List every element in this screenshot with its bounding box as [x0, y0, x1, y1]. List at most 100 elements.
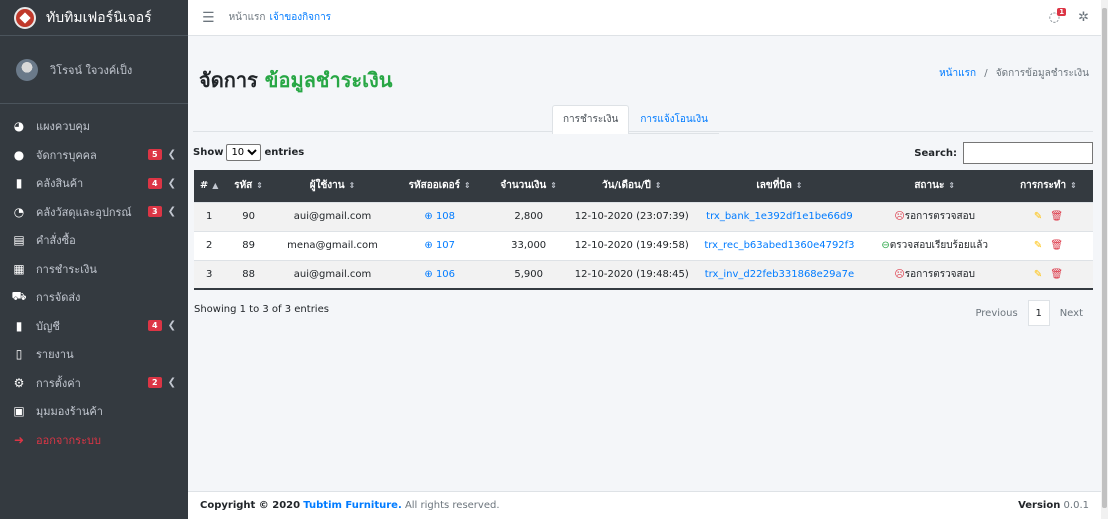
- order-link[interactable]: ⊕ 107: [424, 240, 455, 251]
- sidebar-item-accounts[interactable]: ▮ บัญชี 4 ❮: [0, 312, 188, 341]
- cell-actions: ✎ 🗑: [1003, 259, 1093, 289]
- footer-copyright: Copyright © 2020: [200, 500, 301, 511]
- sidebar-item-label: คลังสินค้า: [36, 177, 84, 191]
- sidebar-item-logout[interactable]: ➜ ออกจากระบบ: [0, 426, 188, 455]
- sidebar-item-storefront[interactable]: ▣ มุมมองร้านค้า: [0, 397, 188, 426]
- cell-user: aui@gmail.com: [272, 201, 393, 231]
- page-1-button[interactable]: 1: [1027, 300, 1050, 326]
- chevron-left-icon: ❮: [167, 149, 176, 161]
- brand-logo-icon: [14, 6, 36, 29]
- next-button[interactable]: Next: [1050, 308, 1093, 319]
- order-link[interactable]: ⊕ 106: [424, 269, 455, 280]
- previous-button[interactable]: Previous: [965, 308, 1027, 319]
- chevron-left-icon: ❮: [167, 320, 176, 332]
- page-scrollbar[interactable]: [1101, 0, 1108, 519]
- cell-order: ⊕ 106: [392, 259, 488, 289]
- sidebar-item-warehouse[interactable]: ▮ คลังสินค้า 4 ❮: [0, 169, 188, 198]
- sidebar-item-reports[interactable]: ▯ รายงาน: [0, 340, 188, 369]
- chevron-left-icon: ❮: [167, 206, 176, 218]
- entries-select[interactable]: 10: [226, 144, 262, 161]
- bill-link[interactable]: trx_inv_d22feb331868e29a7e: [705, 269, 855, 280]
- avatar: [16, 58, 38, 81]
- column-header-date[interactable]: วัน/เดือน/ปี ⇕: [570, 170, 693, 202]
- book-icon: ▮: [15, 318, 23, 333]
- column-header-id[interactable]: รหัส ⇕: [224, 170, 273, 202]
- sidebar-item-dashboard[interactable]: ◕ แผงควบคุม: [0, 112, 188, 141]
- column-header-user[interactable]: ผู้ใช้งาน ⇕: [273, 170, 392, 202]
- main-content: จัดการ ข้อมูลชำระเงิน หน้าแรก / จัดการข้…: [188, 36, 1101, 519]
- bill-link[interactable]: trx_bank_1e392df1e1be66d9: [706, 211, 853, 222]
- tab-transfer-notices[interactable]: การแจ้งโอนเงิน: [629, 105, 719, 133]
- sidebar-item-orders[interactable]: ▤ คำสั่งซื้อ: [0, 226, 188, 255]
- delete-trash-icon[interactable]: 🗑: [1050, 211, 1063, 222]
- edit-pencil-icon[interactable]: ✎: [1034, 240, 1042, 251]
- column-header-number[interactable]: # ▲: [194, 170, 224, 202]
- chevron-left-icon: ❮: [167, 377, 176, 389]
- messages-button[interactable]: ◌ 1: [1049, 8, 1067, 25]
- navbar-owner-link[interactable]: เจ้าของกิจการ: [269, 10, 331, 25]
- cell-id: 90: [224, 201, 273, 231]
- table-row: 2 89 mena@gmail.com ⊕ 107 33,000 12-10-2…: [194, 230, 1093, 260]
- badge: 4: [148, 320, 162, 332]
- user-name: วิโรจน์ ใจวงค์เป็ง: [50, 63, 133, 77]
- brand-link[interactable]: ทับทิมเฟอร์นิเจอร์: [0, 0, 188, 36]
- edit-pencil-icon[interactable]: ✎: [1034, 269, 1042, 280]
- sidebar-item-label: รายงาน: [36, 348, 74, 362]
- order-link[interactable]: ⊕ 108: [424, 211, 455, 222]
- table-search: Search:: [914, 142, 1093, 164]
- column-header-status[interactable]: สถานะ ⇕: [865, 170, 1004, 202]
- column-header-label: วัน/เดือน/ปี: [602, 180, 651, 192]
- cogs-icon: ⚙: [13, 375, 25, 390]
- hamburger-menu-icon[interactable]: ☰: [202, 10, 215, 26]
- status-text: รอการตรวจสอบ: [904, 211, 975, 222]
- breadcrumb: หน้าแรก / จัดการข้อมูลชำระเงิน: [939, 66, 1089, 81]
- search-input[interactable]: [963, 142, 1093, 164]
- sidebar-item-payments[interactable]: ▦ การชำระเงิน: [0, 255, 188, 284]
- column-header-amount[interactable]: จำนวนเงิน ⇕: [487, 170, 570, 202]
- cell-number: 3: [194, 259, 225, 289]
- pie-chart-icon: ◔: [13, 204, 25, 219]
- footer-company-link[interactable]: Tubtim Furniture.: [303, 500, 401, 511]
- badge: 4: [148, 177, 162, 189]
- cell-user: aui@gmail.com: [272, 259, 393, 289]
- show-label: Show: [193, 147, 224, 158]
- column-header-label: ผู้ใช้งาน: [309, 180, 345, 192]
- sidebar-item-people[interactable]: ● จัดการบุคคล 5 ❮: [0, 141, 188, 170]
- sidebar-item-settings[interactable]: ⚙ การตั้งค่า 2 ❮: [0, 369, 188, 398]
- chevron-left-icon: ❮: [167, 177, 176, 189]
- page-title-prefix: จัดการ: [199, 68, 258, 92]
- navbar-home-link[interactable]: หน้าแรก: [229, 10, 266, 25]
- sidebar-item-shipping[interactable]: ⛟ การจัดส่ง: [0, 283, 188, 312]
- edit-pencil-icon[interactable]: ✎: [1034, 211, 1042, 222]
- settings-gear-icon[interactable]: ✲: [1078, 10, 1089, 25]
- sidebar-item-label: การตั้งค่า: [36, 376, 81, 390]
- column-header-order-id[interactable]: รหัสออเดอร์ ⇕: [392, 170, 487, 202]
- column-header-label: รหัส: [234, 180, 253, 192]
- scrollbar-thumb[interactable]: [1102, 8, 1107, 508]
- entries-label: entries: [264, 147, 305, 158]
- cell-status: ☹รอการตรวจสอบ: [865, 259, 1004, 289]
- delete-trash-icon[interactable]: 🗑: [1050, 269, 1063, 280]
- cell-id: 89: [224, 230, 273, 260]
- cell-number: 1: [194, 201, 225, 231]
- delete-trash-icon[interactable]: 🗑: [1050, 240, 1063, 251]
- cell-number: 2: [194, 230, 225, 260]
- user-panel[interactable]: วิโรจน์ ใจวงค์เป็ง: [0, 36, 188, 104]
- sidebar-item-label: การชำระเงิน: [36, 262, 97, 276]
- cell-status: ⊖ตรวจสอบเรียบร้อยแล้ว: [865, 230, 1004, 260]
- sidebar-item-materials[interactable]: ◔ คลังวัสดุและอุปกรณ์ 3 ❮: [0, 198, 188, 227]
- order-id: 106: [435, 268, 456, 280]
- truck-icon: ⛟: [11, 289, 27, 304]
- sort-icon: ⇕: [256, 181, 263, 191]
- footer-version: Version 0.0.1: [1018, 500, 1089, 511]
- column-header-actions[interactable]: การกระทำ ⇕: [1004, 170, 1093, 202]
- sort-icon: ⇕: [550, 181, 557, 191]
- breadcrumb-home-link[interactable]: หน้าแรก: [939, 68, 976, 79]
- sort-icon: ⇕: [948, 181, 956, 191]
- show-entries-control: Show 10 entries: [193, 144, 304, 161]
- frown-icon: ☹: [894, 211, 905, 222]
- tab-payments[interactable]: การชำระเงิน: [552, 105, 630, 134]
- column-header-label: สถานะ: [914, 180, 945, 192]
- column-header-bill-number[interactable]: เลขที่บิล ⇕: [694, 170, 866, 202]
- bill-link[interactable]: trx_rec_b63abed1360e4792f3: [704, 240, 854, 251]
